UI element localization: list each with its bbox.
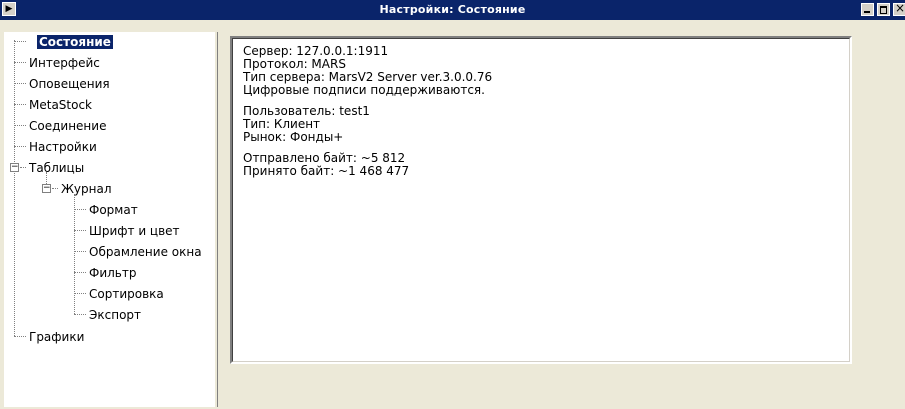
settings-window: ▶ Настройки: Состояние − bbox=[0, 0, 905, 409]
maximize-button[interactable] bbox=[877, 3, 890, 16]
tree-item-font-color[interactable]: Шрифт и цвет bbox=[89, 223, 180, 239]
tree-item-connection[interactable]: Соединение bbox=[29, 118, 106, 134]
close-button[interactable] bbox=[893, 1, 905, 16]
tree-item-format[interactable]: Формат bbox=[89, 202, 138, 218]
collapse-journal-icon[interactable]: − bbox=[42, 184, 51, 193]
tree-item-settings[interactable]: Настройки bbox=[29, 139, 97, 155]
signatures-line: Цифровые подписи поддерживаются. bbox=[243, 83, 485, 97]
tree-item-export[interactable]: Экспорт bbox=[89, 307, 141, 323]
collapse-tables-icon[interactable]: − bbox=[10, 163, 19, 172]
tree-item-status[interactable]: Состояние bbox=[37, 34, 113, 50]
tree-item-tables[interactable]: Таблицы bbox=[29, 160, 84, 176]
window-title: Настройки: Состояние bbox=[379, 3, 526, 16]
minimize-button[interactable] bbox=[861, 3, 874, 16]
tree-item-charts[interactable]: Графики bbox=[29, 329, 84, 345]
tree-item-filter[interactable]: Фильтр bbox=[89, 265, 136, 281]
settings-tree[interactable]: − − Состояние Интерфейс Оповещения MetaS… bbox=[4, 32, 215, 407]
tree-item-interface[interactable]: Интерфейс bbox=[29, 55, 100, 71]
tree-item-metastock[interactable]: MetaStock bbox=[29, 97, 92, 113]
status-info-box[interactable]: Сервер: 127.0.0.1:1911 Протокол: MARS Ти… bbox=[230, 36, 852, 364]
tree-item-notifications[interactable]: Оповещения bbox=[29, 76, 110, 92]
received-bytes-line: Принято байт: ~1 468 477 bbox=[243, 164, 410, 178]
tree-item-window-frame[interactable]: Обрамление окна bbox=[89, 244, 202, 260]
user-line: Пользователь: test1 bbox=[243, 104, 370, 118]
tree-item-sorting[interactable]: Сортировка bbox=[89, 286, 164, 302]
tree-item-journal[interactable]: Журнал bbox=[61, 181, 112, 197]
tree-connector bbox=[14, 40, 15, 336]
title-bar[interactable]: ▶ Настройки: Состояние bbox=[0, 0, 905, 20]
market-line: Рынок: Фонды+ bbox=[243, 130, 344, 144]
status-panel: Сервер: 127.0.0.1:1911 Протокол: MARS Ти… bbox=[218, 32, 905, 409]
